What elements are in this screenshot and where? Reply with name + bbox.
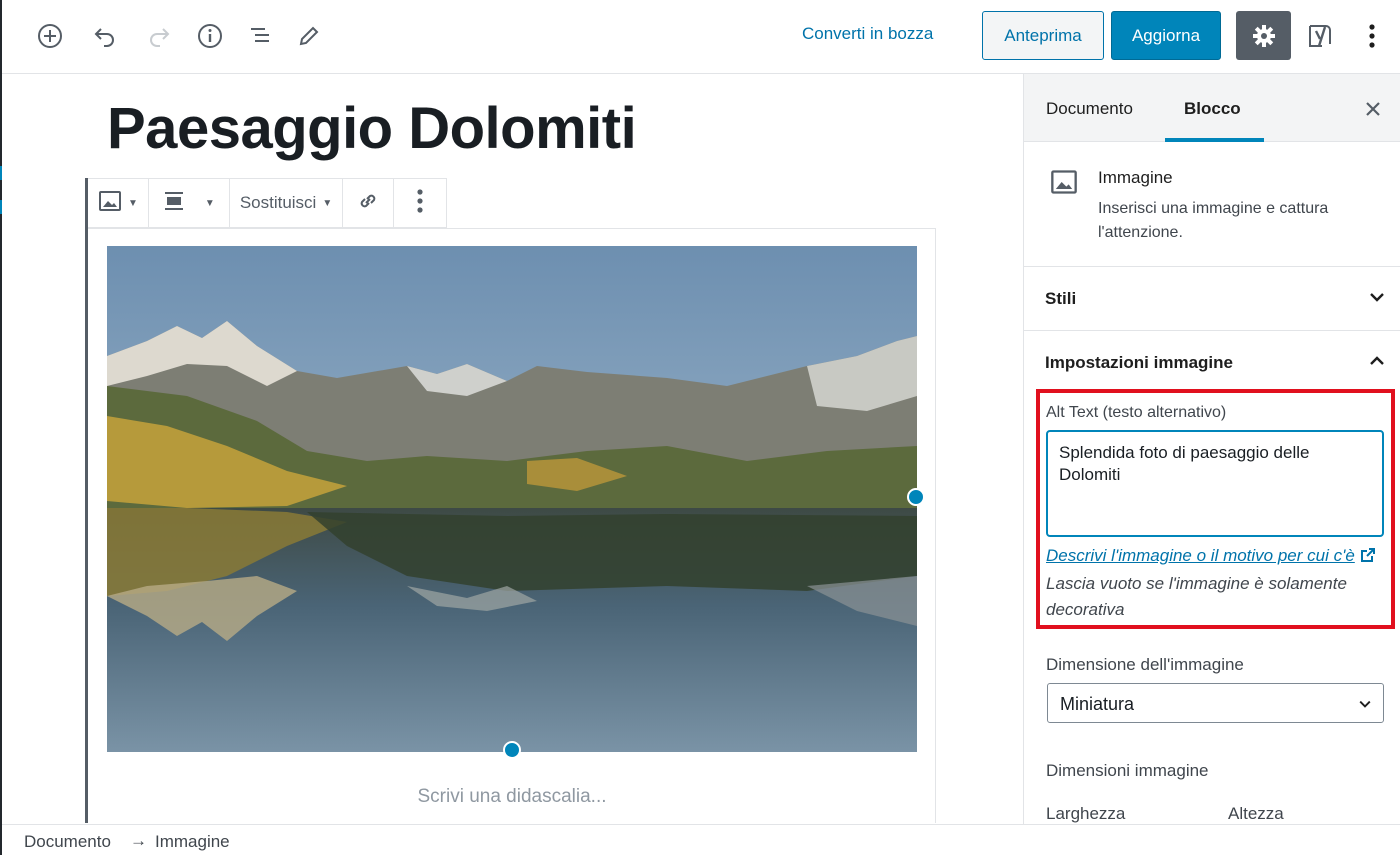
block-card-description: Inserisci una immagine e cattura l'atten… [1098, 200, 1329, 241]
redo-icon[interactable] [139, 16, 179, 56]
image-icon [1050, 168, 1078, 201]
edge-marker [0, 166, 2, 180]
width-label: Larghezza [1046, 804, 1126, 823]
caption-input[interactable]: Scrivi una didascalia... [107, 786, 917, 808]
replace-label: Sostituisci [239, 193, 317, 212]
tab-document[interactable]: Documento [1046, 99, 1133, 119]
breadcrumb-image[interactable]: Immagine [155, 832, 230, 852]
yoast-icon[interactable] [1300, 16, 1340, 56]
alt-text-help-link[interactable]: Descrivi l'immagine o il motivo per cui … [1046, 546, 1355, 565]
close-icon[interactable] [1362, 98, 1384, 120]
info-icon[interactable] [190, 16, 230, 56]
panel-styles-title: Stili [1045, 289, 1077, 308]
chevron-down-icon [1357, 696, 1373, 717]
undo-icon[interactable] [85, 16, 125, 56]
post-title[interactable]: Paesaggio Dolomiti [107, 95, 637, 162]
resize-handle-bottom[interactable] [503, 741, 521, 759]
more-options-icon[interactable] [1352, 16, 1392, 56]
image-size-value: Miniatura [1060, 694, 1135, 714]
resize-handle-right[interactable] [907, 488, 925, 506]
edge-marker [0, 200, 2, 214]
block-card: Immagine Inserisci una immagine e cattur… [1024, 142, 1400, 267]
alt-text-label: Alt Text (testo alternativo) [1046, 404, 1227, 421]
panel-styles-toggle[interactable]: Stili [1024, 267, 1400, 331]
sidebar-tabs: Documento Blocco [1024, 74, 1400, 142]
more-options-icon [416, 188, 424, 219]
breadcrumb-separator: → [130, 831, 147, 850]
add-block-icon[interactable] [30, 16, 70, 56]
align-center-icon [163, 190, 185, 217]
convert-to-draft-link[interactable]: Converti in bozza [802, 24, 933, 44]
align-button[interactable]: ▼ [149, 179, 230, 227]
editor-app: Converti in bozza Anteprima Aggiorna Pae… [0, 0, 1400, 855]
replace-button[interactable]: Sostituisci ▼ [230, 179, 344, 227]
block-navigation-icon[interactable] [240, 16, 280, 56]
alt-text-field[interactable]: Splendida foto di paesaggio delle Dolomi… [1046, 430, 1384, 537]
preview-button[interactable]: Anteprima [982, 11, 1104, 60]
link-icon [357, 190, 379, 217]
panel-image-settings-title: Impostazioni immagine [1045, 353, 1233, 372]
tab-block[interactable]: Blocco [1184, 99, 1241, 119]
image-size-label: Dimensione dell'immagine [1046, 655, 1244, 674]
caret-down-icon: ▼ [322, 197, 333, 209]
landscape-image[interactable] [107, 246, 917, 752]
caret-down-icon: ▼ [128, 197, 138, 209]
block-more-options-button[interactable] [394, 179, 446, 227]
block-switcher-button[interactable]: ▼ [88, 179, 149, 227]
settings-sidebar: Documento Blocco Immagine Inserisci una … [1023, 74, 1400, 824]
panel-image-settings-toggle[interactable]: Impostazioni immagine [1024, 331, 1400, 395]
caret-down-icon: ▼ [204, 197, 215, 209]
image-dimensions-label: Dimensioni immagine [1046, 761, 1209, 780]
chevron-up-icon [1367, 351, 1387, 376]
chevron-down-icon [1367, 287, 1387, 312]
alt-text-help-text: Lascia vuoto se l'immagine è solamente d… [1046, 574, 1347, 619]
external-link-icon[interactable] [1360, 545, 1376, 571]
alt-text-help: Descrivi l'immagine o il motivo per cui … [1046, 543, 1376, 623]
update-button[interactable]: Aggiorna [1111, 11, 1221, 60]
editor-header: Converti in bozza Anteprima Aggiorna [2, 0, 1400, 74]
block-card-title: Immagine [1098, 168, 1173, 187]
settings-gear-icon[interactable] [1236, 11, 1291, 60]
link-button[interactable] [343, 179, 395, 227]
image-size-select[interactable]: Miniatura [1047, 683, 1384, 723]
block-breadcrumb: Documento → Immagine [2, 824, 1400, 855]
image-icon [98, 189, 122, 218]
tools-pencil-icon[interactable] [289, 16, 329, 56]
breadcrumb-document[interactable]: Documento [24, 832, 111, 852]
block-toolbar: ▼ ▼ Sostituisci ▼ [88, 178, 448, 228]
height-label: Altezza [1228, 804, 1284, 823]
admin-sidebar-edge [0, 0, 2, 855]
